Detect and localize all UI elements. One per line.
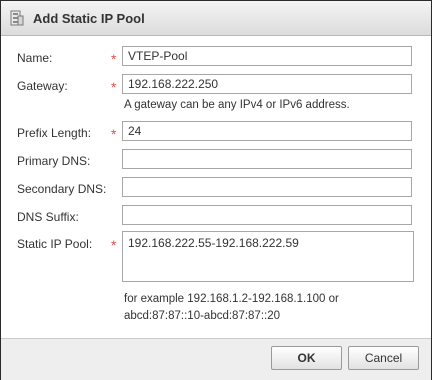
static-ip-pool-required-marker: * [111,237,117,253]
dialog-footer: OK Cancel [1,338,431,380]
static-ip-pool-textarea[interactable]: 192.168.222.55-192.168.222.59 [122,231,414,282]
name-label: Name: [17,51,53,65]
gateway-required-marker: * [111,79,117,95]
prefix-length-input[interactable] [122,121,412,141]
add-static-ip-pool-dialog: Add Static IP Pool Name: * Gateway: * A … [0,0,432,380]
example-line-2: abcd:87:87::10-abcd:87:87::20 [124,310,281,322]
gateway-hint: A gateway can be any IPv4 or IPv6 addres… [124,99,350,111]
example-line-1: for example 192.168.1.2-192.168.1.100 or [124,293,339,305]
name-required-marker: * [111,51,117,67]
prefix-length-label: Prefix Length: [17,126,92,140]
static-ip-pool-label: Static IP Pool: [17,237,93,251]
secondary-dns-input[interactable] [122,177,412,197]
prefix-length-required-marker: * [111,126,117,142]
dialog-title: Add Static IP Pool [33,11,145,26]
gateway-input[interactable] [122,74,412,94]
primary-dns-label: Primary DNS: [17,154,91,168]
secondary-dns-label: Secondary DNS: [17,182,107,196]
cancel-button[interactable]: Cancel [348,346,419,370]
ok-button[interactable]: OK [271,346,342,370]
dialog-titlebar[interactable]: Add Static IP Pool [1,1,431,36]
dns-suffix-input[interactable] [122,205,412,225]
primary-dns-input[interactable] [122,149,412,169]
dns-suffix-label: DNS Suffix: [17,210,79,224]
static-ip-pool-example: for example 192.168.1.2-192.168.1.100 or… [124,291,414,325]
ip-pool-icon [10,10,24,26]
gateway-label: Gateway: [17,79,68,93]
name-input[interactable] [122,46,412,66]
